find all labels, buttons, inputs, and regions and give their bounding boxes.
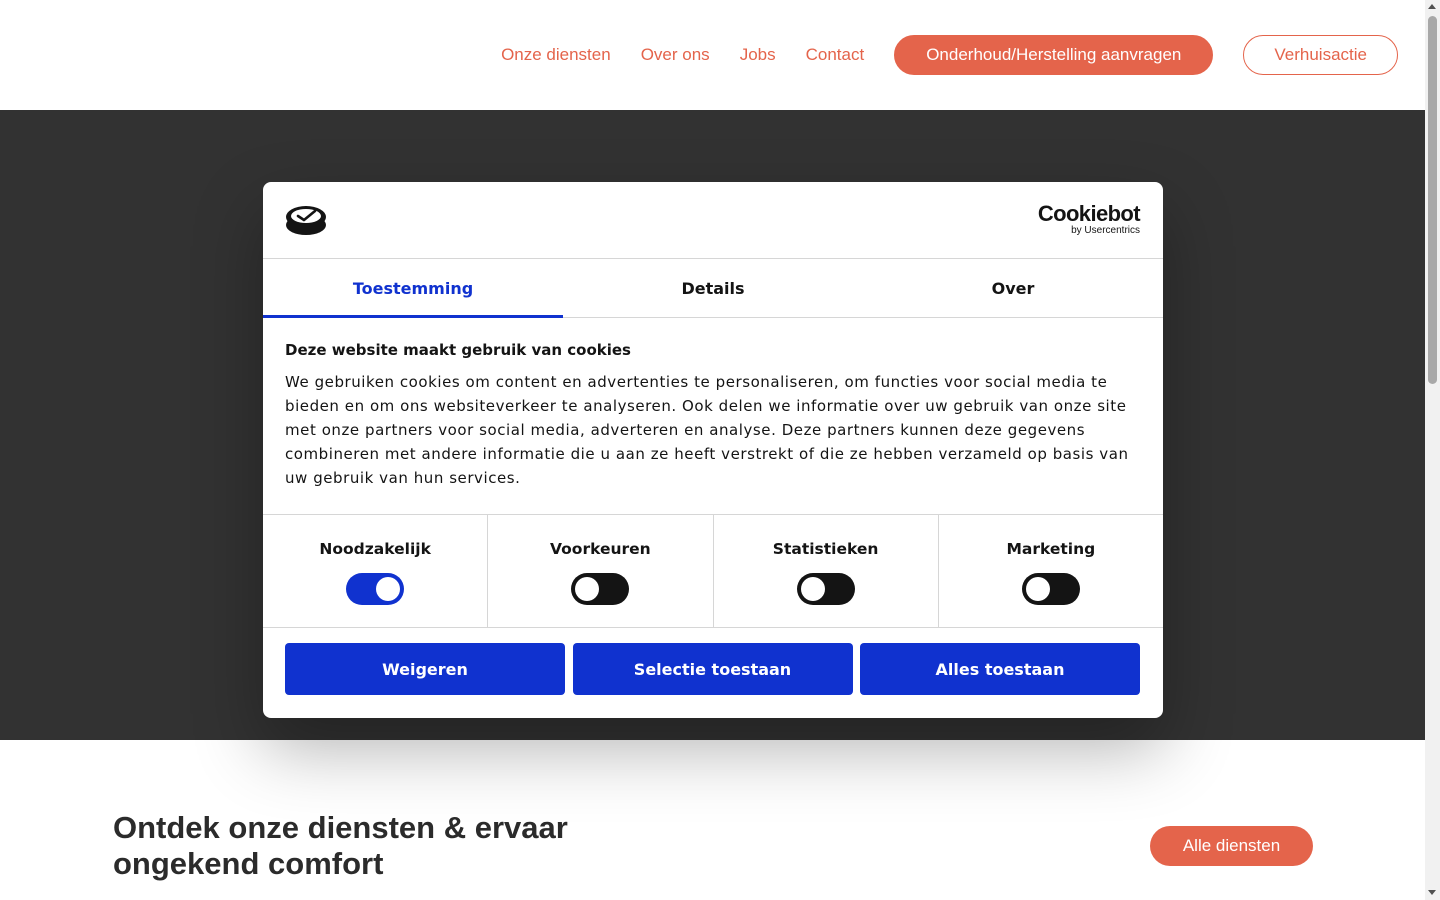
dialog-header: Cookiebot by Usercentrics [263, 182, 1163, 259]
tab-over[interactable]: Over [863, 259, 1163, 317]
decline-button[interactable]: Weigeren [285, 643, 565, 695]
toggle-noodzakelijk[interactable] [346, 573, 405, 605]
nav-link-contact[interactable]: Contact [806, 45, 865, 65]
cookiebot-byline: by Usercentrics [1071, 225, 1140, 236]
dialog-description: We gebruiken cookies om content en adver… [285, 373, 1129, 487]
site-logo-icon [286, 206, 326, 235]
toggle-label-marketing: Marketing [1006, 540, 1096, 558]
dialog-tabs: Toestemming Details Over [263, 259, 1163, 318]
scroll-thumb[interactable] [1428, 16, 1437, 384]
dialog-actions: Weigeren Selectie toestaan Alles toestaa… [285, 643, 1140, 695]
tab-toestemming[interactable]: Toestemming [263, 259, 563, 318]
toggle-cell-noodzakelijk: Noodzakelijk [263, 515, 489, 627]
scroll-up-icon[interactable] [1428, 4, 1436, 9]
toggle-label-noodzakelijk: Noodzakelijk [319, 540, 431, 558]
all-services-button[interactable]: Alle diensten [1150, 826, 1313, 866]
main-nav: Onze diensten Over ons Jobs Contact Onde… [501, 35, 1398, 75]
dialog-body: Deze website maakt gebruik van cookies W… [285, 340, 1141, 490]
nav-link-jobs[interactable]: Jobs [740, 45, 776, 65]
page-scrollbar[interactable] [1425, 0, 1440, 900]
nav-link-over-ons[interactable]: Over ons [641, 45, 710, 65]
cookie-consent-dialog: Cookiebot by Usercentrics Toestemming De… [263, 182, 1163, 718]
services-heading: Ontdek onze diensten & ervaar ongekend c… [113, 810, 568, 881]
switch-knob [800, 577, 825, 601]
toggle-cell-marketing: Marketing [939, 515, 1163, 627]
toggle-voorkeuren[interactable] [571, 573, 630, 605]
cookiebot-wordmark: Cookiebot [1037, 201, 1141, 226]
moving-action-button[interactable]: Verhuisactie [1243, 35, 1398, 75]
tab-details[interactable]: Details [563, 259, 863, 317]
scroll-down-icon[interactable] [1428, 890, 1436, 895]
toggle-cell-voorkeuren: Voorkeuren [488, 515, 714, 627]
switch-knob [575, 577, 600, 601]
switch-knob [1025, 577, 1050, 601]
toggle-label-statistieken: Statistieken [772, 540, 879, 558]
cookiebot-logo[interactable]: Cookiebot by Usercentrics [1037, 201, 1141, 236]
dialog-title: Deze website maakt gebruik van cookies [285, 341, 631, 359]
request-maintenance-button[interactable]: Onderhoud/Herstelling aanvragen [894, 35, 1214, 75]
toggle-statistieken[interactable] [796, 573, 855, 605]
allow-selection-button[interactable]: Selectie toestaan [572, 643, 853, 695]
toggle-marketing[interactable] [1021, 573, 1080, 605]
allow-all-button[interactable]: Alles toestaan [860, 643, 1140, 695]
site-header: Onze diensten Over ons Jobs Contact Onde… [0, 0, 1425, 110]
switch-knob [376, 577, 401, 601]
toggle-cell-statistieken: Statistieken [714, 515, 939, 627]
nav-link-onze-diensten[interactable]: Onze diensten [501, 45, 611, 65]
consent-toggles: Noodzakelijk Voorkeuren Statistieken Mar… [263, 514, 1163, 628]
toggle-label-voorkeuren: Voorkeuren [550, 540, 651, 558]
